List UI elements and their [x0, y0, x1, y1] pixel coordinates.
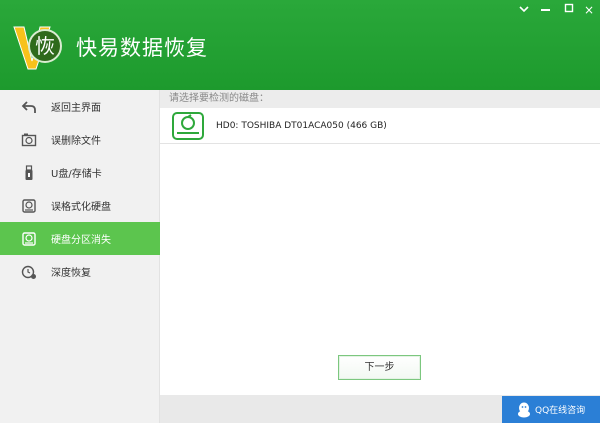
- menu-button[interactable]: [513, 1, 535, 19]
- return-arrow-icon: [21, 99, 37, 115]
- select-disk-prompt: 请选择要检测的磁盘：: [160, 90, 600, 108]
- recycle-bin-icon: [21, 132, 37, 148]
- sidebar-item-label: 误删除文件: [51, 136, 101, 147]
- qq-consult-label: QQ在线咨询: [535, 406, 586, 416]
- hard-drive-icon: [21, 198, 37, 214]
- main-panel: 请选择要检测的磁盘： HD0: TOSHIBA DT01ACA050 (466 …: [160, 90, 600, 395]
- sidebar-item-partition-lost[interactable]: 硬盘分区消失: [0, 222, 160, 255]
- sidebar-item-label: 误格式化硬盘: [51, 202, 111, 213]
- qq-penguin-icon: [518, 402, 530, 417]
- close-icon: ×: [583, 3, 595, 17]
- restore-icon: [564, 3, 574, 13]
- sidebar-item-label: 深度恢复: [51, 268, 91, 279]
- usb-drive-icon: [21, 164, 37, 181]
- qq-consult-button[interactable]: QQ在线咨询: [502, 396, 600, 423]
- sidebar-item-label: 硬盘分区消失: [51, 235, 111, 246]
- close-button[interactable]: ×: [578, 1, 600, 19]
- title-bar: 恢 快易数据恢复 ×: [0, 0, 600, 90]
- disk-partition-icon: [21, 231, 37, 247]
- deep-scan-icon: [21, 264, 37, 280]
- sidebar-item-deep-recovery[interactable]: 深度恢复: [0, 255, 160, 288]
- disk-label: HD0: TOSHIBA DT01ACA050 (466 GB): [216, 120, 387, 131]
- app-title: 快易数据恢复: [76, 36, 208, 60]
- app-logo: 恢: [13, 26, 62, 70]
- minimize-icon: [541, 9, 550, 11]
- chevron-down-icon: [519, 6, 529, 13]
- sidebar-item-label: 返回主界面: [51, 103, 101, 114]
- next-button[interactable]: 下一步: [338, 355, 421, 380]
- sidebar-item-usb-card[interactable]: U盘/存储卡: [0, 156, 160, 189]
- disk-icon: [172, 111, 204, 140]
- logo-text: 恢: [35, 34, 55, 58]
- sidebar-item-formatted-disk[interactable]: 误格式化硬盘: [0, 189, 160, 222]
- sidebar: 返回主界面 误删除文件 U盘/存储卡 误格式化硬盘 硬盘分区消失 深度恢复: [0, 90, 160, 423]
- disk-list-item[interactable]: HD0: TOSHIBA DT01ACA050 (466 GB): [160, 108, 600, 144]
- minimize-button[interactable]: [535, 1, 557, 19]
- sidebar-item-deleted-files[interactable]: 误删除文件: [0, 123, 160, 156]
- restore-button[interactable]: [558, 1, 580, 19]
- sidebar-item-return-home[interactable]: 返回主界面: [0, 90, 160, 123]
- sidebar-item-label: U盘/存储卡: [51, 169, 102, 180]
